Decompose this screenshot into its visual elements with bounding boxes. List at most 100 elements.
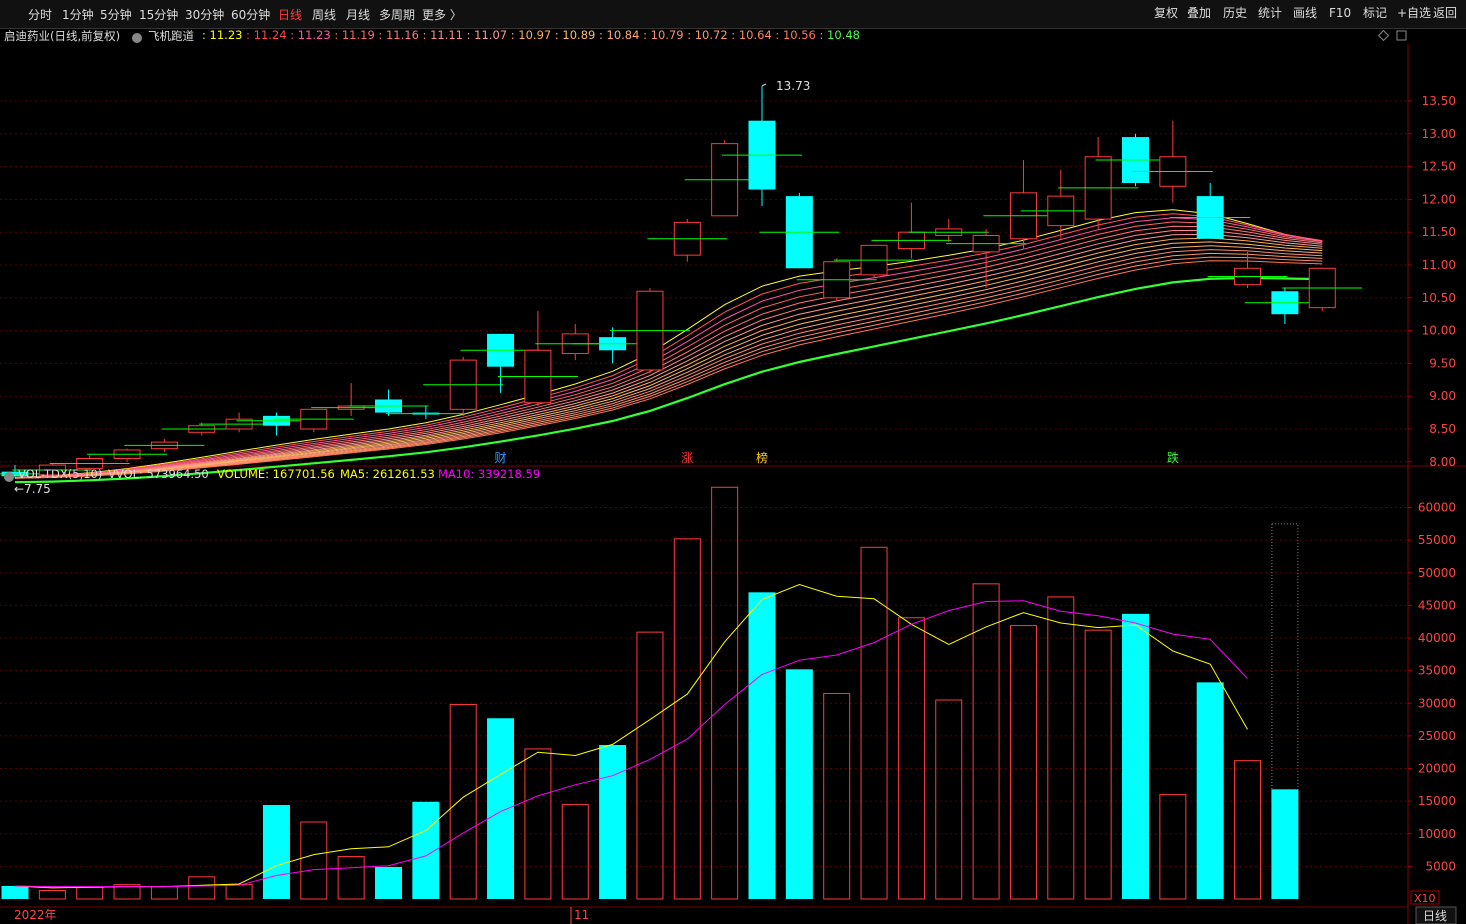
volume-tick-label: 60000: [1418, 501, 1456, 515]
toolbar-button-4[interactable]: 画线: [1289, 3, 1321, 23]
ribbon-line: [14, 233, 1323, 479]
volume-tick-label: 10000: [1418, 827, 1456, 841]
volume-bar: [1122, 613, 1149, 899]
volume-bar: [487, 718, 515, 899]
volume-bar: [785, 669, 813, 899]
indicator-value-12: : 10.64: [727, 28, 772, 42]
ribbon-line: [14, 209, 1323, 478]
volume-bar: [337, 856, 365, 900]
indicator-value-6: : 11.07: [463, 28, 508, 42]
ribbon-line: [14, 237, 1323, 479]
period-tab-8[interactable]: 月线: [346, 6, 370, 23]
volume-value: VOLUME: 167701.56: [217, 467, 335, 481]
toolbar-button-5[interactable]: F10: [1325, 3, 1355, 23]
toolbar-button-6[interactable]: 标记: [1359, 3, 1391, 23]
indicator-value-0: : 11.23: [202, 28, 243, 42]
period-tab-3[interactable]: 15分钟: [139, 6, 178, 23]
period-indicator: 日线: [1423, 909, 1447, 923]
high-pointer: [761, 83, 767, 87]
volume-tick-label: 5000: [1425, 859, 1456, 873]
price-tick-label: 9.00: [1429, 389, 1456, 403]
stock-title: 启迪药业(日线,前复权): [4, 29, 121, 43]
volume-bar: [1, 885, 29, 899]
volume-bar: [150, 886, 178, 900]
indicator-value-9: : 10.84: [595, 28, 640, 42]
price-tick-label: 9.50: [1429, 356, 1456, 370]
period-tab-7[interactable]: 周线: [312, 6, 336, 23]
volume-bar: [300, 821, 328, 900]
low-label: ←7.75: [14, 482, 51, 496]
volume-tick-label: 20000: [1418, 762, 1456, 776]
high-label: 13.73: [776, 79, 810, 93]
volume-tick-label: 50000: [1418, 566, 1456, 580]
vvol-value: VVOL: 573964.50: [108, 467, 209, 481]
event-marker: 涨: [681, 450, 693, 465]
volume-tick-label: 30000: [1418, 696, 1456, 710]
volume-bar: [1009, 625, 1037, 900]
volume-tick-label: 40000: [1418, 631, 1456, 645]
volume-tick-label: 45000: [1418, 598, 1456, 612]
period-tab-0[interactable]: 分时: [28, 6, 52, 23]
ribbon-line: [14, 241, 1323, 479]
indicator-value-10: : 10.79: [639, 28, 684, 42]
period-tab-6[interactable]: 日线: [278, 6, 302, 23]
volume-ma10-line: [14, 600, 1248, 888]
volume-bar: [76, 886, 104, 900]
volume-tick-label: 55000: [1418, 533, 1456, 547]
volume-bar: [188, 876, 216, 900]
event-marker: 财: [495, 451, 507, 465]
indicator-value-7: : 10.97: [507, 28, 552, 42]
ma10-value: MA10: 339218.59: [438, 467, 541, 481]
indicator-value-14: : 10.48: [815, 28, 860, 42]
volume-bar: [225, 884, 253, 900]
volume-tick-label: 15000: [1418, 794, 1456, 808]
indicator-value-13: : 10.56: [771, 28, 816, 42]
volume-bar: [935, 699, 963, 900]
volume-bar: [375, 867, 402, 899]
volume-bar: [711, 486, 739, 900]
date-label-month: 11: [574, 908, 589, 922]
volume-bar: [636, 631, 664, 900]
toolbar-button-8[interactable]: 返回: [1429, 3, 1461, 23]
settings-gear-icon[interactable]: [132, 30, 142, 44]
toolbar-button-3[interactable]: 统计: [1254, 3, 1286, 23]
volume-bar: [561, 803, 589, 900]
period-tab-1[interactable]: 1分钟: [62, 6, 94, 23]
indicator-value-3: : 11.19: [330, 28, 375, 42]
chart-canvas: 13.50 13.00 12.50 12.00 11.50 11.00 10.50 10.00…: [0, 29, 1466, 924]
vol-indicator-name: VOL-TDX(5,10): [18, 467, 103, 481]
period-toolbar: 分时 1分钟 5分钟 15分钟 30分钟 60分钟 日线 周线 月线 多周期 更多 〉 复权 叠加 历史统…: [0, 0, 1466, 29]
period-tab-2[interactable]: 5分钟: [100, 6, 132, 23]
volume-bar: [524, 748, 552, 900]
indicator-value-4: : 11.16: [374, 28, 419, 42]
price-tick-label: 12.00: [1422, 192, 1456, 206]
indicator-value-5: : 11.11: [418, 28, 463, 42]
event-marker: 跌: [1167, 450, 1179, 465]
period-tab-5[interactable]: 60分钟: [231, 6, 270, 23]
price-tick-label: 12.50: [1422, 160, 1456, 174]
volume-info-bar: VOL-TDX(5,10) VVOL: 573964.50 VOLUME: 16…: [0, 467, 1466, 483]
price-tick-label: 10.50: [1422, 291, 1456, 305]
volume-bar: [1271, 789, 1299, 899]
volume-bar: [599, 745, 627, 899]
volume-bar: [38, 890, 66, 900]
indicator-value-11: : 10.72: [683, 28, 728, 42]
toolbar-button-1[interactable]: 叠加: [1183, 3, 1215, 23]
price-info-bar: 启迪药业(日线,前复权) 飞机跑道 : 11.23 : 11.24 : 11.2…: [0, 28, 1466, 44]
volume-tick-label: 25000: [1418, 729, 1456, 743]
period-tab-9[interactable]: 多周期: [379, 6, 415, 23]
volume-bar: [673, 538, 701, 900]
period-tab-10[interactable]: 更多 〉: [422, 6, 462, 23]
period-tab-4[interactable]: 30分钟: [185, 6, 224, 23]
price-tick-label: 11.50: [1422, 225, 1456, 239]
date-label-year: 2022年: [14, 908, 57, 922]
volume-tick-label: 35000: [1418, 664, 1456, 678]
settings-gear-icon[interactable]: [4, 469, 14, 483]
ribbon-line: [14, 213, 1323, 478]
ma5-value: MA5: 261261.53: [340, 467, 435, 481]
event-marker: 榜: [756, 450, 768, 465]
volume-bar: [1159, 794, 1187, 900]
toolbar-button-2[interactable]: 历史: [1219, 3, 1251, 23]
indicator-value-8: : 10.89: [551, 28, 596, 42]
toolbar-button-0[interactable]: 复权: [1150, 3, 1182, 23]
